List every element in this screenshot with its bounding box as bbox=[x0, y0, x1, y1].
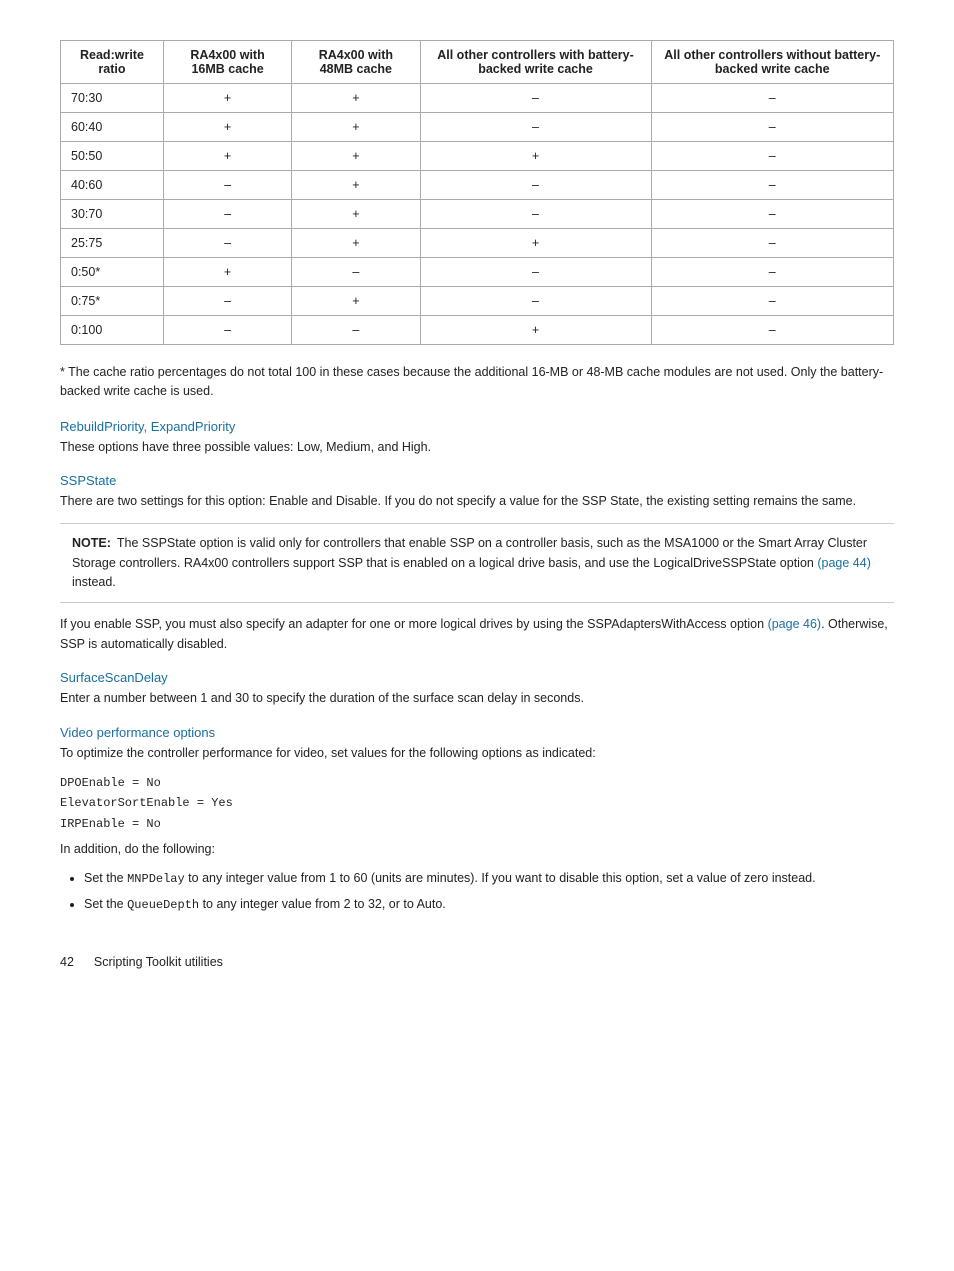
table-cell: 60:40 bbox=[61, 113, 164, 142]
table-cell: – bbox=[420, 258, 651, 287]
section-heading-surface-scan: SurfaceScanDelay bbox=[60, 670, 894, 685]
page-number: 42 bbox=[60, 955, 74, 969]
table-cell: 30:70 bbox=[61, 200, 164, 229]
bullet-item: Set the MNPDelay to any integer value fr… bbox=[84, 869, 894, 889]
col-header-ra16mb: RA4x00 with 16MB cache bbox=[163, 41, 291, 84]
col-header-no-battery: All other controllers without battery-ba… bbox=[651, 41, 893, 84]
table-cell: 40:60 bbox=[61, 171, 164, 200]
table-cell: – bbox=[163, 171, 291, 200]
table-cell: + bbox=[292, 229, 420, 258]
table-cell: 25:75 bbox=[61, 229, 164, 258]
table-cell: – bbox=[163, 200, 291, 229]
surface-scan-body: Enter a number between 1 and 30 to speci… bbox=[60, 689, 894, 708]
table-cell: – bbox=[420, 113, 651, 142]
table-cell: – bbox=[420, 171, 651, 200]
table-cell: + bbox=[163, 84, 291, 113]
table-cell: – bbox=[651, 171, 893, 200]
table-cell: + bbox=[292, 171, 420, 200]
col-header-ra48mb: RA4x00 with 48MB cache bbox=[292, 41, 420, 84]
video-additional-label: In addition, do the following: bbox=[60, 840, 894, 859]
note-box: NOTE:The SSPState option is valid only f… bbox=[60, 523, 894, 603]
table-cell: 0:100 bbox=[61, 316, 164, 345]
table-cell: + bbox=[292, 200, 420, 229]
footer-label: Scripting Toolkit utilities bbox=[94, 955, 223, 969]
ssp-state-body: There are two settings for this option: … bbox=[60, 492, 894, 511]
table-cell: 0:75* bbox=[61, 287, 164, 316]
bullet-item: Set the QueueDepth to any integer value … bbox=[84, 895, 894, 915]
section-heading-ssp-state: SSPState bbox=[60, 473, 894, 488]
table-cell: + bbox=[292, 113, 420, 142]
read-write-ratio-table: Read:write ratio RA4x00 with 16MB cache … bbox=[60, 40, 894, 345]
bullet-post: to any integer value from 1 to 60 (units… bbox=[185, 871, 816, 885]
table-cell: – bbox=[651, 258, 893, 287]
note-label: NOTE: bbox=[72, 536, 111, 550]
table-cell: – bbox=[163, 316, 291, 345]
ssp-enable-pre: If you enable SSP, you must also specify… bbox=[60, 617, 768, 631]
note-link[interactable]: (page 44) bbox=[817, 556, 871, 570]
page-footer: 42 Scripting Toolkit utilities bbox=[60, 955, 894, 969]
table-cell: + bbox=[163, 142, 291, 171]
table-cell: + bbox=[420, 229, 651, 258]
table-cell: – bbox=[292, 316, 420, 345]
bullet-pre: Set the bbox=[84, 871, 127, 885]
ssp-enable-body: If you enable SSP, you must also specify… bbox=[60, 615, 894, 654]
table-cell: + bbox=[420, 316, 651, 345]
video-performance-intro: To optimize the controller performance f… bbox=[60, 744, 894, 763]
table-cell: – bbox=[163, 229, 291, 258]
table-cell: 50:50 bbox=[61, 142, 164, 171]
rebuild-priority-body: These options have three possible values… bbox=[60, 438, 894, 457]
table-cell: – bbox=[651, 84, 893, 113]
code-line: IRPEnable = No bbox=[60, 814, 894, 834]
table-cell: – bbox=[651, 316, 893, 345]
col-header-read-write: Read:write ratio bbox=[61, 41, 164, 84]
table-cell: + bbox=[163, 113, 291, 142]
note-text2: instead. bbox=[72, 575, 116, 589]
ssp-enable-link[interactable]: (page 46) bbox=[768, 617, 822, 631]
bullet-code: QueueDepth bbox=[127, 898, 199, 912]
table-cell: – bbox=[651, 113, 893, 142]
table-footnote: * The cache ratio percentages do not tot… bbox=[60, 363, 894, 401]
table-cell: + bbox=[292, 287, 420, 316]
table-cell: – bbox=[651, 287, 893, 316]
section-heading-rebuild-priority: RebuildPriority, ExpandPriority bbox=[60, 419, 894, 434]
note-text: The SSPState option is valid only for co… bbox=[72, 536, 867, 569]
table-cell: – bbox=[651, 142, 893, 171]
col-header-battery-backed: All other controllers with battery-backe… bbox=[420, 41, 651, 84]
bullet-post: to any integer value from 2 to 32, or to… bbox=[199, 897, 446, 911]
table-cell: 70:30 bbox=[61, 84, 164, 113]
video-bullet-list: Set the MNPDelay to any integer value fr… bbox=[84, 869, 894, 914]
table-cell: + bbox=[420, 142, 651, 171]
table-cell: 0:50* bbox=[61, 258, 164, 287]
section-heading-video-performance: Video performance options bbox=[60, 725, 894, 740]
bullet-pre: Set the bbox=[84, 897, 127, 911]
table-cell: – bbox=[420, 287, 651, 316]
table-cell: – bbox=[163, 287, 291, 316]
table-cell: – bbox=[420, 84, 651, 113]
table-cell: – bbox=[292, 258, 420, 287]
code-line: DPOEnable = No bbox=[60, 773, 894, 793]
video-code-block: DPOEnable = NoElevatorSortEnable = YesIR… bbox=[60, 773, 894, 834]
table-cell: + bbox=[292, 84, 420, 113]
table-cell: + bbox=[163, 258, 291, 287]
table-cell: – bbox=[420, 200, 651, 229]
table-cell: + bbox=[292, 142, 420, 171]
code-line: ElevatorSortEnable = Yes bbox=[60, 793, 894, 813]
table-cell: – bbox=[651, 200, 893, 229]
table-cell: – bbox=[651, 229, 893, 258]
bullet-code: MNPDelay bbox=[127, 872, 185, 886]
